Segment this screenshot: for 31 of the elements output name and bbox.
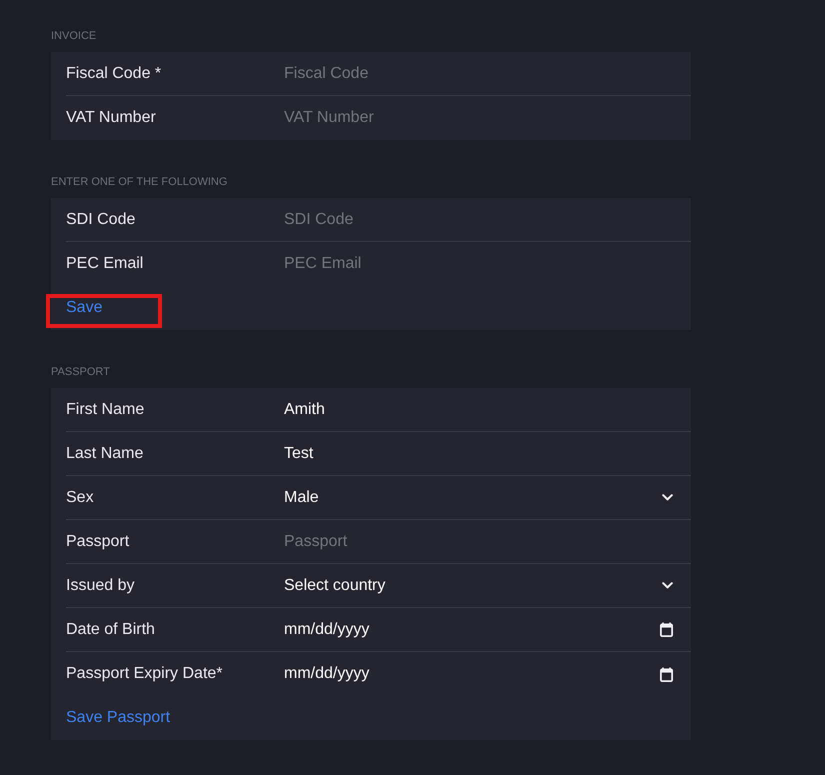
calendar-icon — [660, 666, 673, 682]
input-field[interactable]: Test — [284, 438, 691, 470]
field-label: Sex — [66, 488, 94, 506]
select-field[interactable]: Male — [284, 482, 691, 514]
section-title: PASSPORT — [51, 365, 110, 379]
field-label: Issued by — [66, 576, 134, 594]
input-field[interactable]: Amith — [284, 394, 691, 426]
date-field[interactable]: mm/dd/yyyy — [284, 658, 691, 690]
input-field[interactable]: Passport — [284, 526, 691, 558]
field-label: Fiscal Code * — [66, 64, 162, 82]
calendar-icon — [660, 622, 673, 637]
field-label: Passport Expiry Date* — [66, 665, 223, 683]
field-label: Last Name — [66, 444, 144, 462]
field-label: PEC Email — [66, 255, 144, 273]
input-field[interactable]: VAT Number — [284, 102, 691, 134]
field-label: Passport — [66, 532, 130, 550]
date-field[interactable]: mm/dd/yyyy — [284, 614, 691, 646]
input-field[interactable]: Fiscal Code — [284, 58, 691, 90]
field-label: VAT Number — [66, 109, 156, 127]
field-label: Date of Birth — [66, 620, 155, 638]
section-title: ENTER ONE OF THE FOLLOWING — [51, 175, 228, 189]
input-field[interactable]: PEC Email — [284, 248, 691, 280]
field-label: SDI Code — [66, 210, 136, 228]
chevron-down-icon — [662, 582, 673, 589]
chevron-down-icon — [662, 494, 673, 501]
select-field[interactable]: Select country — [284, 570, 691, 602]
field-label: First Name — [66, 400, 144, 418]
section-title: INVOICE — [51, 29, 96, 43]
save-link[interactable]: Save Passport — [66, 709, 170, 727]
input-field[interactable]: SDI Code — [284, 204, 691, 236]
save-link[interactable]: Save — [66, 299, 102, 317]
